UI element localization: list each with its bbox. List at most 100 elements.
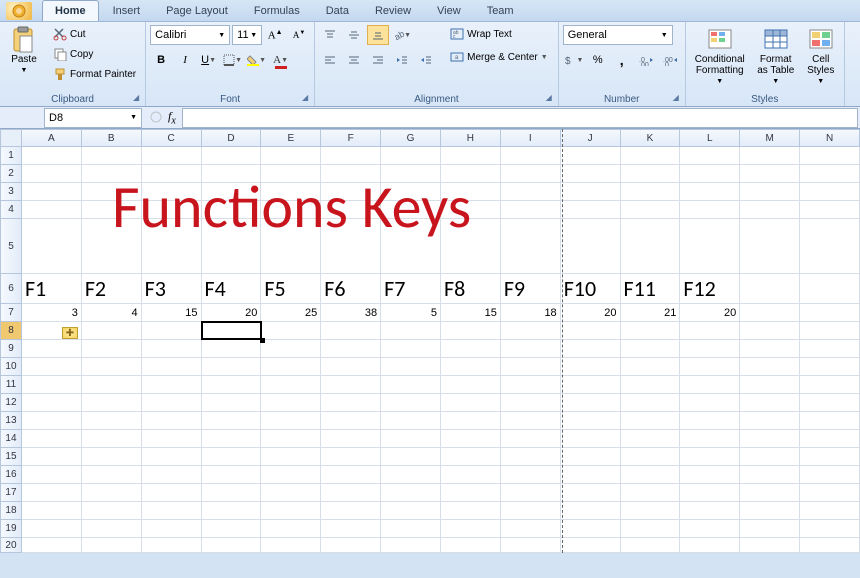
cell-A7[interactable]: 3 (22, 304, 82, 322)
alignment-dialog-icon[interactable]: ◢ (546, 93, 552, 102)
cell-C1[interactable] (142, 147, 202, 165)
cell-G8[interactable] (381, 322, 441, 340)
cell-L20[interactable] (680, 538, 740, 553)
cell-K7[interactable]: 21 (621, 304, 681, 322)
cell-K2[interactable] (621, 165, 681, 183)
cell-K6[interactable]: F11 (621, 274, 681, 304)
cell-G15[interactable] (381, 448, 441, 466)
cell-G11[interactable] (381, 376, 441, 394)
cell-F18[interactable] (321, 502, 381, 520)
align-center-button[interactable] (343, 50, 365, 70)
cell-H14[interactable] (441, 430, 501, 448)
row-header-7[interactable]: 7 (0, 304, 22, 322)
fill-handle[interactable] (260, 338, 265, 343)
cell-B13[interactable] (82, 412, 142, 430)
cell-K19[interactable] (621, 520, 681, 538)
cell-H20[interactable] (441, 538, 501, 553)
cell-A20[interactable] (22, 538, 82, 553)
cell-L9[interactable] (680, 340, 740, 358)
cell-E11[interactable] (261, 376, 321, 394)
cell-B19[interactable] (82, 520, 142, 538)
cell-J3[interactable] (561, 183, 621, 201)
cell-G13[interactable] (381, 412, 441, 430)
cell-M10[interactable] (740, 358, 800, 376)
cell-L1[interactable] (680, 147, 740, 165)
cell-A13[interactable] (22, 412, 82, 430)
cell-B6[interactable]: F2 (82, 274, 142, 304)
cell-L3[interactable] (680, 183, 740, 201)
cell-J18[interactable] (561, 502, 621, 520)
cell-M18[interactable] (740, 502, 800, 520)
cell-E10[interactable] (261, 358, 321, 376)
cell-F12[interactable] (321, 394, 381, 412)
cell-D12[interactable] (202, 394, 262, 412)
bold-button[interactable]: B (150, 50, 172, 70)
cell-M12[interactable] (740, 394, 800, 412)
cell-F17[interactable] (321, 484, 381, 502)
cell-L15[interactable] (680, 448, 740, 466)
cell-D1[interactable] (202, 147, 262, 165)
wrap-text-button[interactable]: abcWrap Text (445, 24, 554, 44)
cell-H6[interactable]: F8 (441, 274, 501, 304)
cell-G14[interactable] (381, 430, 441, 448)
cell-N18[interactable] (800, 502, 860, 520)
cell-N6[interactable] (800, 274, 860, 304)
cell-I13[interactable] (501, 412, 561, 430)
worksheet-grid[interactable]: ABCDEFGHIJKLMN12345Functions Keys6F1F2F3… (0, 129, 860, 553)
font-size-combo[interactable]: 11▼ (232, 25, 262, 45)
cell-J16[interactable] (561, 466, 621, 484)
increase-decimal-button[interactable]: .0.00 (635, 50, 657, 70)
cell-N7[interactable] (800, 304, 860, 322)
cell-N20[interactable] (800, 538, 860, 553)
cell-L12[interactable] (680, 394, 740, 412)
cell-I6[interactable]: F9 (501, 274, 561, 304)
cell-E17[interactable] (261, 484, 321, 502)
cell-K9[interactable] (621, 340, 681, 358)
cell-L16[interactable] (680, 466, 740, 484)
cell-C13[interactable] (142, 412, 202, 430)
cell-E6[interactable]: F5 (261, 274, 321, 304)
cell-G7[interactable]: 5 (381, 304, 441, 322)
cell-D15[interactable] (202, 448, 262, 466)
cell-E19[interactable] (261, 520, 321, 538)
align-middle-button[interactable] (343, 25, 365, 45)
cell-D13[interactable] (202, 412, 262, 430)
cell-I19[interactable] (501, 520, 561, 538)
cell-J9[interactable] (561, 340, 621, 358)
cell-C11[interactable] (142, 376, 202, 394)
shrink-font-button[interactable]: A▼ (288, 25, 310, 45)
cell-B11[interactable] (82, 376, 142, 394)
cell-I2[interactable] (501, 165, 561, 183)
cell-I3[interactable] (501, 183, 561, 201)
cell-D9[interactable] (202, 340, 262, 358)
cell-G6[interactable]: F7 (381, 274, 441, 304)
cell-I7[interactable]: 18 (501, 304, 561, 322)
grow-font-button[interactable]: A▲ (264, 25, 286, 45)
cell-F11[interactable] (321, 376, 381, 394)
cell-M11[interactable] (740, 376, 800, 394)
cell-C17[interactable] (142, 484, 202, 502)
cell-G16[interactable] (381, 466, 441, 484)
cell-H12[interactable] (441, 394, 501, 412)
cell-K17[interactable] (621, 484, 681, 502)
col-header-B[interactable]: B (82, 129, 142, 147)
tab-data[interactable]: Data (314, 1, 361, 21)
number-format-combo[interactable]: General▼ (563, 25, 673, 45)
cell-C6[interactable]: F3 (142, 274, 202, 304)
align-bottom-button[interactable] (367, 25, 389, 45)
cell-E1[interactable] (261, 147, 321, 165)
cell-L2[interactable] (680, 165, 740, 183)
cell-G9[interactable] (381, 340, 441, 358)
cell-I14[interactable] (501, 430, 561, 448)
cell-L10[interactable] (680, 358, 740, 376)
cell-L13[interactable] (680, 412, 740, 430)
cell-N1[interactable] (800, 147, 860, 165)
cell-B12[interactable] (82, 394, 142, 412)
cell-D7[interactable]: 20 (202, 304, 262, 322)
cell-D16[interactable] (202, 466, 262, 484)
cell-M2[interactable] (740, 165, 800, 183)
cell-J10[interactable] (561, 358, 621, 376)
cell-J11[interactable] (561, 376, 621, 394)
cell-M19[interactable] (740, 520, 800, 538)
cell-J14[interactable] (561, 430, 621, 448)
